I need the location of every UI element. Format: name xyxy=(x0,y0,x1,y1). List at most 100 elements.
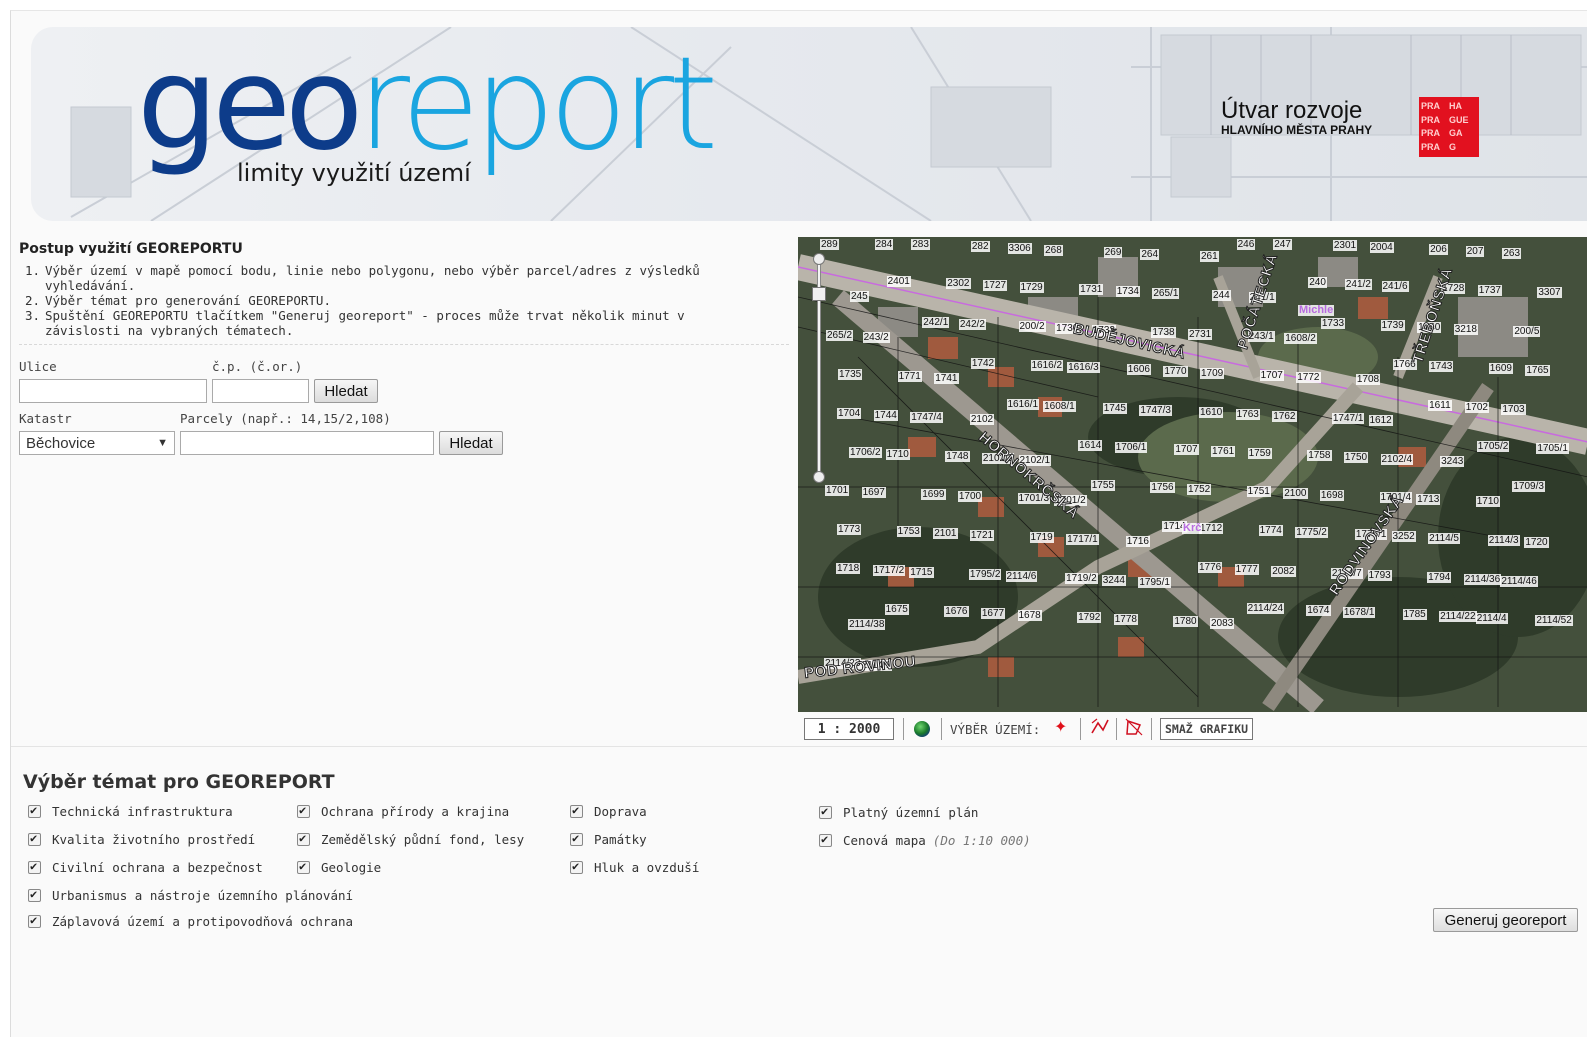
topic-price-map[interactable]: Cenová mapa (Do 1:10 000) xyxy=(819,832,1031,848)
point-select-icon[interactable]: ✦ xyxy=(1054,717,1067,736)
topic-urbanism[interactable]: Urbanismus a nástroje územního plánování xyxy=(28,887,353,903)
toolbar-separator xyxy=(1080,718,1081,740)
parcel-number-label: 240 xyxy=(1308,276,1327,288)
parcel-number-label: 243/2 xyxy=(862,331,890,343)
logo-report-text: report xyxy=(357,30,718,179)
parcel-number-label: 2101 xyxy=(933,528,958,540)
house-number-input[interactable] xyxy=(212,379,309,403)
parcel-number-label: 2302 xyxy=(946,277,971,289)
topic-flood-areas[interactable]: Záplavová území a protipovodňová ochrana xyxy=(28,913,353,929)
topic-monuments[interactable]: Památky xyxy=(570,831,647,847)
parcel-number-label: 1751 xyxy=(1246,486,1271,498)
parcel-number-label: 2114/5 xyxy=(1428,533,1460,545)
checkbox[interactable] xyxy=(570,831,583,846)
parcel-number-label: 242/1 xyxy=(922,316,950,328)
line-select-icon[interactable] xyxy=(1090,717,1110,737)
parcel-number-label: 1762 xyxy=(1272,410,1297,422)
cadastre-select[interactable]: Běchovice ▼ xyxy=(19,431,175,455)
checkbox[interactable] xyxy=(28,803,41,818)
parcel-number-label: 1765 xyxy=(1525,364,1550,376)
zoom-slider[interactable] xyxy=(812,253,826,483)
org-line2: HLAVNÍHO MĚSTA PRAHY xyxy=(1221,123,1373,137)
clear-graphics-button[interactable]: SMAŽ GRAFIKU xyxy=(1160,718,1254,740)
parcel-number-label: 1742 xyxy=(970,357,996,369)
address-search-button[interactable]: Hledat xyxy=(314,379,378,403)
topic-civil-protection[interactable]: Civilní ochrana a bezpečnost xyxy=(28,859,263,875)
parcel-number-label: 1706/2 xyxy=(849,446,882,458)
topic-label: Památky xyxy=(594,832,647,847)
toolbar-separator xyxy=(1116,718,1117,740)
parcel-number-label: 2114/24 xyxy=(1246,603,1285,615)
globe-icon[interactable] xyxy=(914,721,930,737)
parcel-number-label: 264 xyxy=(1140,249,1160,260)
checkbox[interactable] xyxy=(570,859,583,874)
checkbox[interactable] xyxy=(28,913,41,928)
parcel-number-label: 2102/4 xyxy=(1380,453,1414,465)
parcel-number-label: 1727 xyxy=(982,279,1008,291)
parcel-number-label: 1738 xyxy=(1151,326,1176,338)
parcel-number-label: 1717/1 xyxy=(1066,534,1099,546)
parcel-number-label: 1707 xyxy=(1174,443,1199,455)
topic-environment-quality[interactable]: Kvalita životního prostředí xyxy=(28,831,255,847)
parcel-number-label: 1737 xyxy=(1477,284,1502,296)
parcel-number-label: 2004 xyxy=(1369,242,1394,253)
divider xyxy=(19,344,789,345)
checkbox[interactable] xyxy=(297,803,310,818)
checkbox[interactable] xyxy=(297,859,310,874)
parcel-number-label: 1795/2 xyxy=(968,569,1002,581)
checkbox[interactable] xyxy=(28,859,41,874)
checkbox[interactable] xyxy=(819,804,832,819)
checkbox[interactable] xyxy=(28,887,41,902)
zoom-in-icon[interactable] xyxy=(813,253,825,265)
parcel-number-label: 268 xyxy=(1044,245,1063,256)
parcel-search-button[interactable]: Hledat xyxy=(439,431,503,455)
parcel-number-label: 2301 xyxy=(1332,240,1358,251)
parcel-number-label: 1710 xyxy=(885,448,910,460)
topic-land-use-plan[interactable]: Platný územní plán xyxy=(819,804,978,820)
house-number-label: č.p. (č.or.) xyxy=(212,359,303,374)
map-scale[interactable]: 1 : 2000 xyxy=(804,718,894,740)
map-view[interactable]: 289 284 283 282 3306 268 269 264 261 246 247 2301 20… xyxy=(798,237,1587,712)
topic-transport[interactable]: Doprava xyxy=(570,803,647,819)
parcel-number-label: 284 xyxy=(874,239,894,250)
parcel-number-label: 1608/1 xyxy=(1043,400,1076,412)
dropdown-arrow-icon: ▼ xyxy=(157,437,168,449)
parcel-number-label: 246 xyxy=(1236,239,1256,250)
generate-georeport-button[interactable]: Generuj georeport xyxy=(1433,908,1578,932)
parcel-number-label: 283 xyxy=(911,239,930,250)
topic-agricultural-land[interactable]: Zemědělský půdní fond, lesy xyxy=(297,831,524,847)
street-input[interactable] xyxy=(19,379,207,403)
parcel-number-label: 1712 xyxy=(1199,523,1224,535)
parcel-number-label: 1675 xyxy=(884,604,909,616)
parcel-number-label: 2731 xyxy=(1188,328,1213,340)
parcel-number-label: 1608/2 xyxy=(1284,332,1317,344)
parcel-number-label: 1780 xyxy=(1173,616,1198,628)
parcel-number-label: 1752 xyxy=(1187,484,1212,496)
checkbox[interactable] xyxy=(570,803,583,818)
parcel-number-label: 1713 xyxy=(1416,494,1441,506)
parcel-number-label: 1753 xyxy=(896,526,921,538)
topic-technical-infrastructure[interactable]: Technická infrastruktura xyxy=(28,803,233,819)
checkbox[interactable] xyxy=(819,832,832,847)
topic-label: Cenová mapa xyxy=(843,833,926,848)
praha-logo-cell: PRA xyxy=(1421,128,1441,138)
parcel-number-label: 200/5 xyxy=(1513,325,1541,337)
parcels-input[interactable] xyxy=(180,431,434,455)
parcel-number-label: 3243 xyxy=(1440,455,1465,467)
parcel-number-label: 1702 xyxy=(1464,401,1489,413)
parcel-number-label: 3218 xyxy=(1453,323,1478,335)
procedure-step: 1. Výběr území v mapě pomocí bodu, linie … xyxy=(19,263,759,293)
parcel-number-label: 1677 xyxy=(980,608,1006,620)
checkbox[interactable] xyxy=(297,831,310,846)
checkbox[interactable] xyxy=(28,831,41,846)
zoom-handle[interactable] xyxy=(812,287,826,301)
topic-nature-protection[interactable]: Ochrana přírody a krajina xyxy=(297,803,509,819)
parcel-number-label: 1743 xyxy=(1429,360,1454,372)
topic-label: Hluk a ovzduší xyxy=(594,860,700,875)
parcel-number-label: 1705/2 xyxy=(1476,440,1510,452)
topic-geology[interactable]: Geologie xyxy=(297,859,381,875)
parcel-number-label: 1735 xyxy=(838,368,863,380)
topic-noise-air[interactable]: Hluk a ovzduší xyxy=(570,859,700,875)
zoom-out-icon[interactable] xyxy=(813,471,825,483)
polygon-select-icon[interactable] xyxy=(1124,717,1144,737)
